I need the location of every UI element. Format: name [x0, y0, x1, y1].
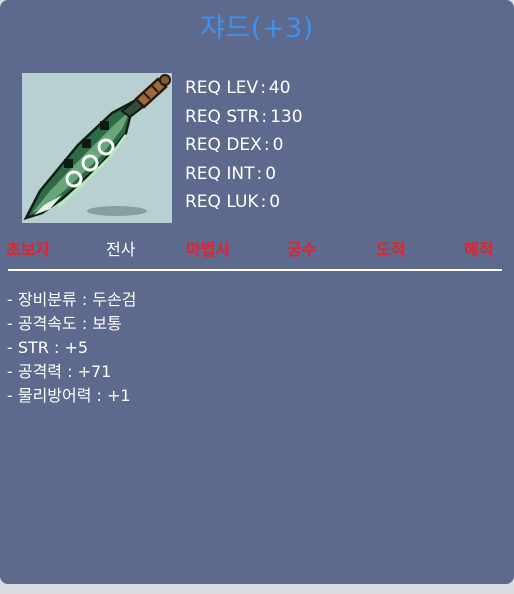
job-pirate: 해적 — [464, 240, 494, 259]
stat-str: - STR : +5 — [7, 338, 89, 357]
req-str-row: REQ STR:130 — [185, 106, 303, 127]
item-stats: - 장비분류 : 두손검 - 공격속도 : 보통 - STR : +5 - 공격… — [7, 288, 136, 408]
req-level-row: REQ LEV:40 — [185, 78, 291, 98]
job-requirements: 초보자 전사 마법사 궁수 도적 해적 — [0, 236, 514, 264]
job-bowman: 궁수 — [287, 240, 317, 259]
item-tooltip-panel: 쟈드(+3) REQ LEV: 40 REQ STR: 130 REQ DE… — [0, 0, 514, 584]
requirements-list: REQ LEV:40 REQ STR:130 REQ DEX:0 REQ INT… — [185, 74, 303, 217]
item-title: 쟈드(+3) — [200, 13, 314, 44]
stat-equip-type: - 장비분류 : 두손검 — [7, 290, 137, 309]
job-magician: 마법사 — [186, 240, 231, 259]
job-thief: 도적 — [376, 240, 406, 259]
sword-icon — [22, 73, 172, 223]
stat-defense: - 물리방어력 : +1 — [7, 386, 131, 405]
stat-attack: - 공격력 : +71 — [7, 362, 112, 381]
job-warrior: 전사 — [106, 240, 136, 259]
divider — [8, 269, 502, 271]
job-beginner: 초보자 — [6, 240, 51, 259]
req-dex-row: REQ DEX:0 — [185, 135, 284, 155]
req-int-row: REQ INT:0 — [185, 163, 277, 184]
stat-attack-speed: - 공격속도 : 보통 — [7, 314, 122, 333]
req-luk-row: REQ LUK:0 — [185, 192, 281, 212]
